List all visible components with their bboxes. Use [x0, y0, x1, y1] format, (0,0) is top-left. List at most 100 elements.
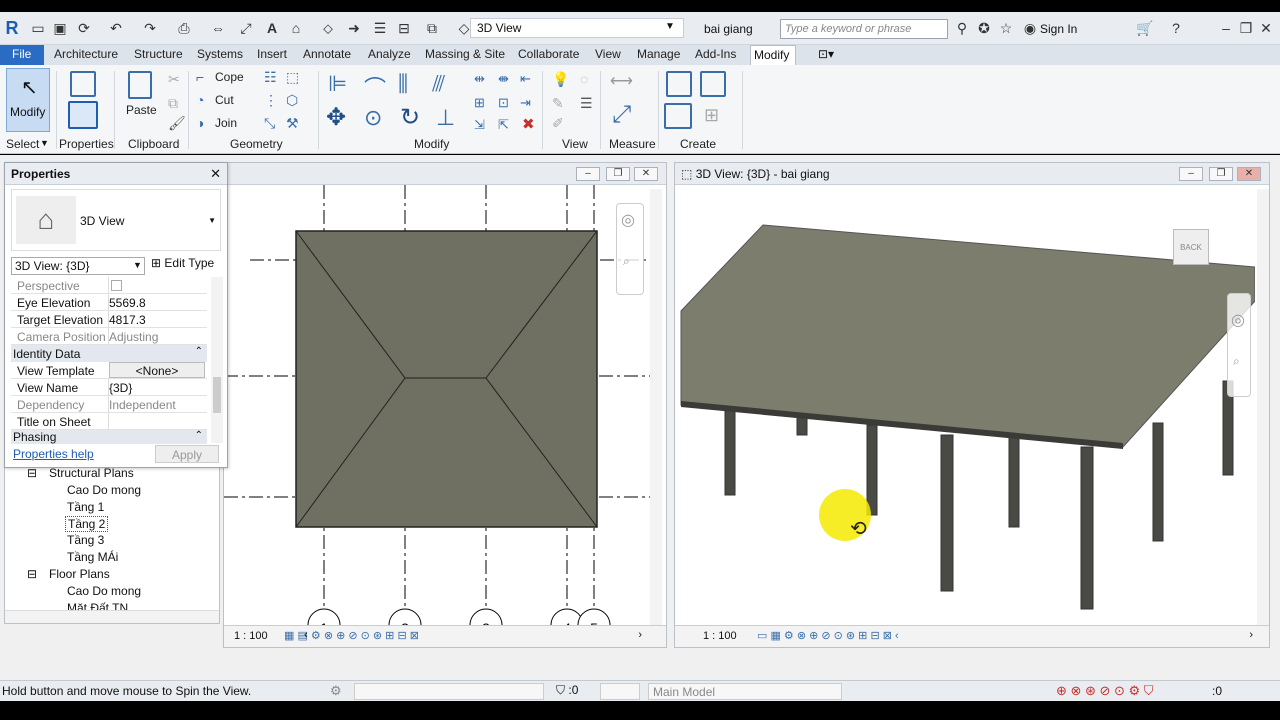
edit-type-button[interactable]: ⊞ Edit Type: [151, 256, 214, 270]
sign-in-link[interactable]: Sign In: [1040, 22, 1077, 36]
chevron-down-icon[interactable]: ▼: [665, 21, 675, 32]
create-group-icon[interactable]: [700, 71, 726, 97]
tree-item-selected[interactable]: Tầng 2: [65, 516, 109, 532]
property-value[interactable]: 4817.3: [109, 313, 146, 327]
cut-button[interactable]: Cut: [215, 93, 234, 107]
property-row[interactable]: View Name {3D}: [11, 379, 207, 396]
paint-icon[interactable]: ⬚: [286, 69, 299, 86]
tree-item[interactable]: Structural Plans: [49, 466, 134, 480]
mirror-draw-icon[interactable]: ⫻: [432, 71, 445, 97]
pick-icon[interactable]: ⤡: [264, 115, 275, 132]
steering-wheel-icon[interactable]: ◎: [1231, 310, 1245, 330]
design-options-combo[interactable]: Main Model: [648, 683, 842, 700]
group-header-phasing[interactable]: Phasing ⌃: [11, 430, 207, 444]
view-combo[interactable]: 3D View: [470, 18, 684, 38]
open-icon[interactable]: ▭: [30, 20, 46, 36]
3d-canvas[interactable]: ⟲: [675, 185, 1255, 625]
roof-plan[interactable]: [295, 230, 598, 528]
unpin-icon[interactable]: ⇲: [474, 117, 485, 133]
measure-icon[interactable]: ⤢: [612, 101, 631, 129]
vertical-scrollbar[interactable]: [211, 277, 223, 443]
property-row[interactable]: Title on Sheet: [11, 413, 207, 430]
measure-icon[interactable]: ⇔: [210, 20, 226, 36]
tab-view[interactable]: View: [595, 47, 621, 61]
tab-collaborate[interactable]: Collaborate: [518, 47, 579, 61]
measure-between-icon[interactable]: ⟷: [610, 71, 633, 91]
cope-button[interactable]: Cope: [215, 70, 244, 84]
tab-manage[interactable]: Manage: [637, 47, 680, 61]
plan-view-window[interactable]: – ❐ ✕ 1: [223, 162, 667, 648]
chevron-down-icon[interactable]: ▼: [208, 216, 216, 225]
tree-item[interactable]: Mặt Đất TN: [67, 601, 128, 610]
copy-element-icon[interactable]: ⊙: [364, 105, 382, 131]
vertical-scrollbar[interactable]: [1257, 189, 1269, 625]
close-icon[interactable]: ✕: [634, 167, 658, 181]
zoom-icon[interactable]: ⌕: [623, 254, 630, 269]
tree-item[interactable]: Cao Do mong: [67, 584, 141, 598]
tab-systems[interactable]: Systems: [197, 47, 243, 61]
tree-toggle-icon[interactable]: ⊟: [27, 466, 37, 480]
section-icon[interactable]: ⬦: [320, 20, 336, 36]
minimize-icon[interactable]: –: [576, 167, 600, 181]
contextual-tab-toggle-icon[interactable]: ⊡▾: [818, 47, 834, 61]
tree-item[interactable]: Tầng MÁi: [67, 550, 118, 564]
select-dropdown[interactable]: Select: [6, 137, 39, 151]
tree-item[interactable]: Cao Do mong: [67, 483, 141, 497]
instance-selector[interactable]: 3D View: {3D}: [11, 257, 145, 275]
graphics-icon[interactable]: ☰: [580, 95, 593, 112]
override-icon[interactable]: ◌: [580, 71, 588, 87]
text-icon[interactable]: A: [264, 20, 280, 36]
align-icon[interactable]: ⊫: [328, 71, 347, 97]
create-assembly-icon[interactable]: ⊞: [704, 105, 719, 126]
create-parts-icon[interactable]: [664, 103, 692, 129]
favorites-icon[interactable]: ☆: [998, 20, 1014, 36]
properties-help-link[interactable]: Properties help: [13, 447, 94, 461]
zoom-icon[interactable]: ⌕: [1233, 354, 1240, 369]
minimize-icon[interactable]: –: [1218, 20, 1234, 36]
apply-button[interactable]: Apply: [155, 445, 219, 463]
project-browser[interactable]: ⊟ Structural Plans Cao Do mong Tầng 1 Tầ…: [4, 462, 220, 624]
match-type-icon[interactable]: 🖌: [168, 115, 186, 132]
hide-icon[interactable]: 💡: [552, 71, 569, 88]
demolish-icon[interactable]: ⬡: [286, 92, 298, 109]
property-value[interactable]: {3D}: [109, 381, 132, 395]
help-icon[interactable]: ?: [1168, 20, 1184, 36]
create-similar-icon[interactable]: [666, 71, 692, 97]
search-input[interactable]: Type a keyword or phrase: [780, 19, 948, 39]
save-icon[interactable]: ▣: [52, 20, 68, 36]
restore-icon[interactable]: ❐: [1238, 20, 1254, 36]
steering-wheel-icon[interactable]: ◎: [621, 210, 635, 230]
cut-geometry-icon[interactable]: ◔: [196, 92, 204, 108]
move-icon[interactable]: ✥: [326, 103, 346, 132]
property-row[interactable]: Eye Elevation 5569.8: [11, 294, 207, 311]
mirror-axis-icon[interactable]: ⫼: [398, 71, 408, 97]
filter-view-icon[interactable]: ✐: [552, 115, 564, 132]
tab-massing-site[interactable]: Massing & Site: [425, 47, 505, 61]
property-row[interactable]: Camera Position Adjusting: [11, 328, 207, 345]
minimize-icon[interactable]: –: [1179, 167, 1203, 181]
split-gap-icon[interactable]: ⇼: [498, 71, 509, 87]
navigation-bar[interactable]: ◎ ⌕: [1227, 293, 1251, 397]
workset-combo[interactable]: [354, 683, 544, 700]
close-icon[interactable]: ✕: [1237, 167, 1261, 181]
paste-button[interactable]: Paste: [126, 103, 157, 117]
property-row[interactable]: Perspective: [11, 277, 207, 294]
modify-button[interactable]: ↖ Modify: [6, 68, 50, 132]
chevron-down-icon[interactable]: ▼: [133, 260, 142, 270]
type-selector[interactable]: ⌂ 3D View ▼: [11, 189, 221, 251]
view-controls-icon[interactable]: ▭ ▦ ⚙ ⊗ ⊕ ⊘ ⊙ ⊛ ⊞ ⊟ ⊠ ‹: [757, 629, 899, 642]
scroll-right-icon[interactable]: ›: [638, 629, 642, 641]
join-button[interactable]: Join: [215, 116, 237, 130]
close-icon[interactable]: ✕: [210, 166, 221, 182]
workset-icon[interactable]: ⚙: [330, 683, 342, 699]
linework-icon[interactable]: ✎: [552, 95, 564, 112]
redo-icon[interactable]: ↷: [142, 20, 158, 36]
perspective-checkbox[interactable]: [111, 280, 122, 291]
collapse-icon[interactable]: ⌃: [195, 430, 203, 441]
extend-icon[interactable]: ⇥: [520, 95, 531, 111]
paste-icon[interactable]: [128, 71, 152, 99]
offset-icon[interactable]: ⌒: [364, 71, 386, 103]
scroll-left-icon[interactable]: ‹: [304, 629, 308, 641]
split-icon[interactable]: ⇹: [474, 71, 485, 87]
scroll-right-icon[interactable]: ›: [1249, 629, 1253, 641]
